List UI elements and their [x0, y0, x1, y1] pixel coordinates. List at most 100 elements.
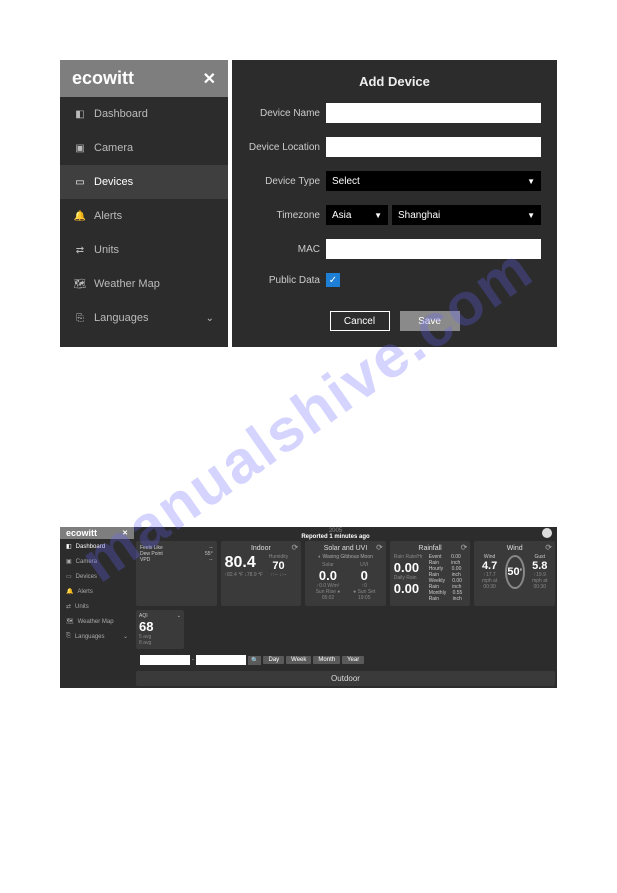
label: Monthly Rain: [429, 590, 449, 602]
cancel-button[interactable]: Cancel: [330, 311, 390, 331]
wind-direction: 50: [507, 566, 519, 578]
wind-card: Wind ⟳ Wind 4.7 ↑17.7 mph at 00:30 50° G…: [474, 541, 555, 606]
label: Camera: [76, 559, 97, 565]
timezone-city-select[interactable]: Shanghai ▼: [392, 205, 541, 225]
outdoor-section-header: Outdoor: [136, 671, 555, 686]
sidebar-item-camera[interactable]: ▣ Camera: [60, 131, 228, 165]
sidebar-item-units[interactable]: ⇄ Units: [60, 233, 228, 267]
value: 0.55 inch: [453, 590, 467, 602]
sidebar-item-label: Weather Map: [94, 278, 160, 290]
month-button[interactable]: Month: [313, 656, 340, 664]
solar-card: Solar and UVI ⟳ ◐ Waxing Gibbous Moon So…: [305, 541, 386, 606]
label: Weather Map: [78, 619, 114, 625]
save-button[interactable]: Save: [400, 311, 460, 331]
bell-icon: 🔔: [74, 211, 86, 222]
ms-camera[interactable]: ▣ Camera: [60, 554, 134, 569]
public-data-label: Public Data: [248, 275, 326, 286]
select-value: Select: [332, 176, 360, 187]
close-icon[interactable]: ✕: [203, 69, 216, 89]
device-location-input[interactable]: [326, 137, 541, 157]
value: --: [209, 557, 212, 563]
close-icon[interactable]: ✕: [122, 529, 128, 537]
value: 0.00 inch: [452, 566, 467, 578]
languages-icon: ⎘: [66, 633, 71, 640]
ms-devices[interactable]: ▭Devices: [60, 569, 134, 584]
devices-icon: ▭: [66, 573, 72, 580]
avatar-icon[interactable]: [542, 528, 552, 538]
report-status: 2005 Reported 1 minutes ago: [134, 527, 537, 539]
sub: ↑17.7 mph at 00:30: [478, 572, 500, 590]
humidity-range: ↑:-- ↓:--: [269, 572, 288, 578]
sidebar: ecowitt ✕ ◧ Dashboard ▣ Camera ▭ Devices…: [60, 60, 228, 347]
units-icon: ⇄: [66, 603, 71, 610]
card-title: Rainfall: [394, 545, 467, 552]
refresh-icon[interactable]: ⟳: [376, 543, 383, 552]
date-to-input[interactable]: [196, 655, 246, 665]
sidebar-item-label: Devices: [94, 176, 133, 188]
search-icon[interactable]: 🔍: [248, 656, 261, 665]
ms-weather-map[interactable]: 🗺 Weather Map: [60, 614, 134, 629]
sidebar-item-weather-map[interactable]: 🗺 Weather Map: [60, 267, 228, 301]
refresh-icon[interactable]: ⟳: [545, 543, 552, 552]
label: Alerts: [77, 589, 92, 595]
day-button[interactable]: Day: [263, 656, 284, 664]
brand-logo: ecowitt: [72, 68, 134, 89]
sidebar-item-devices[interactable]: ▭ Devices: [60, 165, 228, 199]
camera-icon: ▣: [74, 143, 86, 154]
value: 0.00 inch: [452, 578, 466, 590]
mini-sidebar: ◧Dashboard ▣ Camera ▭Devices 🔔Alerts ⇄ Uni…: [60, 539, 134, 688]
time-range-toolbar: - 🔍 Day Week Month Year: [134, 651, 557, 669]
gust-value: 5.8: [529, 560, 551, 572]
brand-logo: ecowitt: [66, 528, 97, 538]
languages-icon: ⎘: [74, 313, 86, 324]
ms-dashboard[interactable]: ◧Dashboard: [60, 539, 134, 554]
temperature-value: 80.4: [225, 554, 263, 572]
wind-value: 4.7: [478, 560, 500, 572]
timezone-region-select[interactable]: Asia ▼: [326, 205, 388, 225]
dashboard-icon: ◧: [74, 109, 86, 120]
select-value: Asia: [332, 210, 351, 221]
device-name-input[interactable]: [326, 103, 541, 123]
mac-label: MAC: [248, 244, 326, 255]
mac-input[interactable]: [326, 239, 541, 259]
sunset-value: 19:05: [353, 595, 375, 601]
caret-down-icon: ▼: [374, 211, 382, 220]
aqi-card: ⌄ AQI 68 5 avg 8 avg: [136, 610, 184, 649]
chevron-down-icon: ⌄: [123, 633, 128, 640]
moon-phase: Waxing Gibbous Moon: [322, 554, 372, 560]
label: Languages: [75, 634, 105, 640]
device-type-label: Device Type: [248, 176, 326, 187]
camera-icon: ▣: [66, 558, 72, 565]
device-name-label: Device Name: [248, 108, 326, 119]
temperature-range: ↑82.4 ℉ ↓78.9 ℉: [225, 572, 263, 578]
label: Units: [75, 604, 89, 610]
device-type-select[interactable]: Select ▼: [326, 171, 541, 191]
refresh-icon[interactable]: ⟳: [291, 543, 298, 552]
card-title: Solar and UVI: [309, 545, 382, 552]
aqi-value: 68: [139, 619, 181, 634]
devices-icon: ▭: [74, 177, 86, 188]
label: Hourly Rain: [429, 566, 448, 578]
public-data-checkbox[interactable]: ✓: [326, 273, 340, 287]
dashboard-screenshot: ecowitt ✕ 2005 Reported 1 minutes ago ◧D…: [60, 527, 557, 688]
week-button[interactable]: Week: [286, 656, 311, 664]
caret-down-icon: ▼: [527, 211, 535, 220]
sidebar-item-alerts[interactable]: 🔔 Alerts: [60, 199, 228, 233]
ms-alerts[interactable]: 🔔Alerts: [60, 584, 134, 599]
chevron-down-icon[interactable]: ⌄: [177, 613, 181, 619]
sidebar-item-languages[interactable]: ⎘ Languages ⌄: [60, 301, 228, 335]
card-title: Wind: [478, 545, 551, 552]
sidebar-item-label: Dashboard: [94, 108, 148, 120]
select-value: Shanghai: [398, 210, 440, 221]
refresh-icon[interactable]: ⟳: [461, 543, 468, 552]
sidebar-item-dashboard[interactable]: ◧ Dashboard: [60, 97, 228, 131]
ms-languages[interactable]: ⎘ Languages ⌄: [60, 629, 134, 644]
year-button[interactable]: Year: [342, 656, 364, 664]
caret-down-icon: ▼: [527, 177, 535, 186]
device-location-label: Device Location: [248, 142, 326, 153]
map-icon: 🗺: [66, 618, 74, 625]
label: Weekly Rain: [429, 578, 449, 590]
date-from-input[interactable]: [140, 655, 190, 665]
ms-units[interactable]: ⇄ Units: [60, 599, 134, 614]
mini-sidebar-header: ecowitt ✕: [60, 527, 134, 539]
